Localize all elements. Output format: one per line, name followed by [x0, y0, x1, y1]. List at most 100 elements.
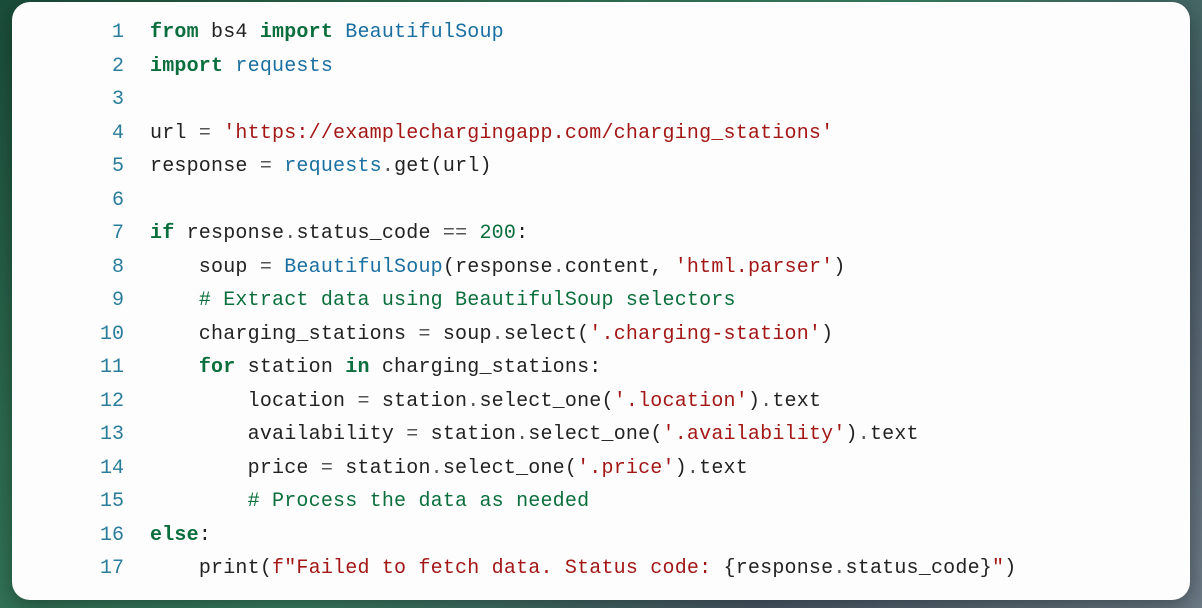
token-pun: ,	[650, 256, 674, 279]
code-line: 5response = requests.get(url)	[12, 150, 1190, 184]
token-id: station	[235, 356, 345, 379]
token-fid: response	[736, 557, 834, 580]
token-id	[272, 256, 284, 279]
token-op: =	[418, 323, 430, 346]
token-id: location	[150, 390, 357, 413]
line-number: 9	[12, 284, 150, 318]
line-number: 14	[12, 452, 150, 486]
token-id	[150, 490, 248, 513]
line-content: location = station.select_one('.location…	[150, 385, 1190, 419]
token-pun: (	[577, 323, 589, 346]
code-line: 7if response.status_code == 200:	[12, 217, 1190, 251]
token-op: .	[516, 423, 528, 446]
line-content: if response.status_code == 200:	[150, 217, 1190, 251]
token-op: =	[260, 256, 272, 279]
token-id	[150, 289, 199, 312]
token-pun: )	[821, 323, 833, 346]
code-line: 4url = 'https://examplechargingapp.com/c…	[12, 117, 1190, 151]
token-id	[333, 21, 345, 44]
token-id: soup	[431, 323, 492, 346]
token-pun: (	[650, 423, 662, 446]
token-kw: for	[199, 356, 236, 379]
token-pun: (	[443, 256, 455, 279]
token-id: text	[870, 423, 919, 446]
token-pun: )	[1004, 557, 1016, 580]
token-fn: print	[199, 557, 260, 580]
token-str: 'https://examplechargingapp.com/charging…	[223, 122, 833, 145]
token-id	[467, 222, 479, 245]
line-content: availability = station.select_one('.avai…	[150, 418, 1190, 452]
token-id	[150, 557, 199, 580]
token-fn: get	[394, 155, 431, 178]
line-content	[150, 184, 1190, 218]
line-content: for station in charging_stations:	[150, 351, 1190, 385]
code-line: 9 # Extract data using BeautifulSoup sel…	[12, 284, 1190, 318]
token-str: f"Failed to fetch data. Status code:	[272, 557, 723, 580]
code-line: 3	[12, 83, 1190, 117]
code-line: 6	[12, 184, 1190, 218]
token-kw: in	[345, 356, 369, 379]
code-line: 14 price = station.select_one('.price').…	[12, 452, 1190, 486]
token-id: charging_stations	[150, 323, 418, 346]
token-id	[211, 122, 223, 145]
token-cmt: # Process the data as needed	[248, 490, 590, 513]
line-content	[150, 83, 1190, 117]
token-mod: requests	[235, 55, 333, 78]
token-pun: :	[516, 222, 528, 245]
token-pun: :	[589, 356, 601, 379]
code-line: 8 soup = BeautifulSoup(response.content,…	[12, 251, 1190, 285]
token-op: ==	[443, 222, 467, 245]
line-number: 13	[12, 418, 150, 452]
token-op: =	[406, 423, 418, 446]
token-fid: status_code	[846, 557, 980, 580]
token-pun: (	[565, 457, 577, 480]
token-str: 'html.parser'	[675, 256, 834, 279]
token-op: .	[492, 323, 504, 346]
token-op: .	[833, 557, 845, 580]
token-op: .	[760, 390, 772, 413]
line-content: # Extract data using BeautifulSoup selec…	[150, 284, 1190, 318]
token-str: '.price'	[577, 457, 675, 480]
code-line: 1from bs4 import BeautifulSoup	[12, 16, 1190, 50]
token-str: '.location'	[614, 390, 748, 413]
token-fn: select_one	[443, 457, 565, 480]
token-id: price	[150, 457, 321, 480]
token-pun: )	[748, 390, 760, 413]
token-kw: if	[150, 222, 174, 245]
code-line: 12 location = station.select_one('.locat…	[12, 385, 1190, 419]
line-number: 17	[12, 552, 150, 586]
token-fn: select	[504, 323, 577, 346]
token-pun: )	[833, 256, 845, 279]
token-cmt: # Extract data using BeautifulSoup selec…	[199, 289, 736, 312]
line-content: soup = BeautifulSoup(response.content, '…	[150, 251, 1190, 285]
token-pun: :	[199, 524, 211, 547]
token-id: response	[455, 256, 553, 279]
line-number: 10	[12, 318, 150, 352]
code-line: 11 for station in charging_stations:	[12, 351, 1190, 385]
token-kw: else	[150, 524, 199, 547]
code-card: 1from bs4 import BeautifulSoup2import re…	[12, 2, 1190, 600]
line-content: from bs4 import BeautifulSoup	[150, 16, 1190, 50]
token-op: .	[687, 457, 699, 480]
token-id: text	[772, 390, 821, 413]
token-id: url	[443, 155, 480, 178]
line-number: 8	[12, 251, 150, 285]
token-mod: requests	[284, 155, 382, 178]
token-id: station	[333, 457, 431, 480]
token-id: station	[370, 390, 468, 413]
token-fn: select_one	[479, 390, 601, 413]
line-number: 2	[12, 50, 150, 84]
token-op: .	[284, 222, 296, 245]
token-fn: select_one	[528, 423, 650, 446]
token-id: soup	[150, 256, 260, 279]
token-id	[223, 55, 235, 78]
token-pun: )	[479, 155, 491, 178]
token-str: '.charging-station'	[589, 323, 821, 346]
token-op: =	[321, 457, 333, 480]
token-op: .	[858, 423, 870, 446]
line-number: 4	[12, 117, 150, 151]
token-op: =	[199, 122, 211, 145]
token-op: =	[357, 390, 369, 413]
code-line: 2import requests	[12, 50, 1190, 84]
code-line: 13 availability = station.select_one('.a…	[12, 418, 1190, 452]
